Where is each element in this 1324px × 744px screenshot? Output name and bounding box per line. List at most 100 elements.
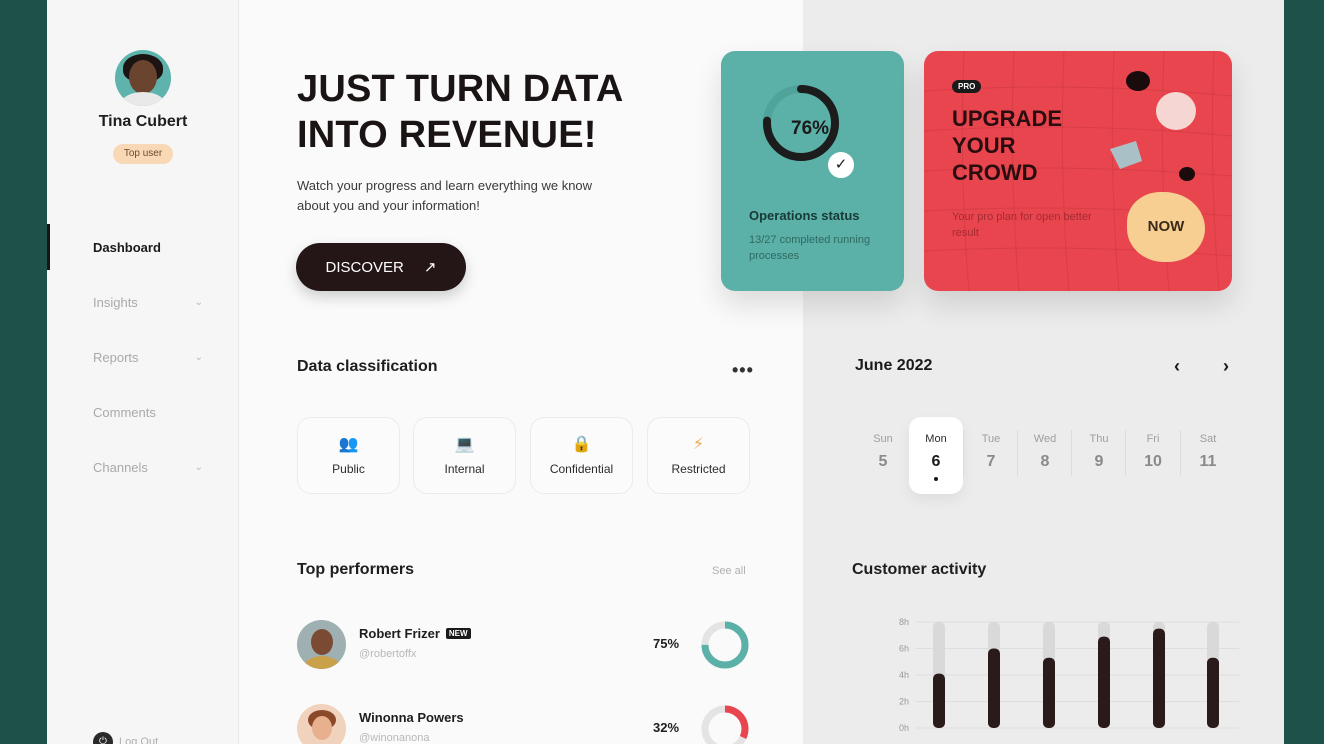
operations-percent: 76% <box>791 118 830 139</box>
selected-day-dot <box>934 477 938 481</box>
logout-button[interactable]: ⏻ Log Out <box>93 732 158 744</box>
check-icon: ✓ <box>825 149 857 181</box>
activity-title: Customer activity <box>852 561 987 578</box>
calendar-day-sat[interactable]: Sat 11 <box>1181 417 1235 494</box>
hero-title: JUST TURN DATA INTO REVENUE! <box>297 68 623 156</box>
performer-name: Robert Frizer NEW <box>359 626 471 641</box>
avatar <box>297 620 346 669</box>
blob-shape <box>1156 92 1196 130</box>
more-options-icon[interactable]: ••• <box>732 360 754 381</box>
calendar-day-name: Tue <box>981 433 1001 445</box>
blob-shape <box>1110 141 1142 169</box>
calendar-day-name: Wed <box>1033 433 1057 445</box>
calendar-divider <box>1071 430 1072 476</box>
class-label: Public <box>332 462 365 476</box>
active-nav-indicator <box>47 224 50 270</box>
calendar-prev-button[interactable]: ‹ <box>1174 356 1180 377</box>
performer-progress-ring <box>701 621 749 669</box>
operations-desc: 13/27 completed running processes <box>749 234 871 262</box>
calendar-day-wed[interactable]: Wed 8 <box>1018 417 1072 494</box>
chevron-down-icon: ⌄ <box>194 297 203 308</box>
performer-percent: 75% <box>653 636 680 651</box>
lock-icon: 🔒 <box>571 436 592 453</box>
performer-progress-ring <box>701 705 749 744</box>
nav-item-label: Channels <box>93 460 148 475</box>
customer-activity-chart: 0h 2h 4h 6h 8h <box>899 617 1239 733</box>
operations-title: Operations status <box>749 208 860 223</box>
calendar-day-mon[interactable]: Mon 6 <box>909 417 963 494</box>
calendar-day-sun[interactable]: Sun 5 <box>856 417 910 494</box>
user-badge: Top user <box>113 144 173 164</box>
discover-button[interactable]: DISCOVER ↗ <box>296 243 466 291</box>
y-tick-label: 2h <box>899 697 909 707</box>
bolt-icon: ⚡ <box>692 436 705 453</box>
nav-item-label: Reports <box>93 350 139 365</box>
class-label: Internal <box>444 462 485 476</box>
calendar-month: June 2022 <box>855 357 933 374</box>
y-tick-label: 4h <box>899 670 909 680</box>
calendar-divider <box>1125 430 1126 476</box>
performer-handle: @winonanona <box>359 732 430 744</box>
calendar-day-date: 10 <box>1144 453 1162 470</box>
performer-row[interactable]: Robert Frizer NEW @robertoffx 75% <box>297 620 757 674</box>
activity-bar[interactable] <box>1207 657 1219 728</box>
y-tick-label: 8h <box>899 617 909 627</box>
performers-title: Top performers <box>297 561 415 578</box>
nav-item-label: Dashboard <box>93 240 161 255</box>
chevron-down-icon: ⌄ <box>194 462 203 473</box>
chevron-down-icon: ⌄ <box>194 352 203 363</box>
class-label: Confidential <box>549 462 614 476</box>
calendar-next-button[interactable]: › <box>1223 356 1229 377</box>
dashboard-frame: Tina Cubert Top user Dashboard Insights … <box>47 0 1284 744</box>
class-card-restricted[interactable]: ⚡ Restricted <box>647 417 750 494</box>
logout-label: Log Out <box>119 736 159 744</box>
performer-row[interactable]: Winonna Powers @winonanona 32% <box>297 704 757 744</box>
calendar-divider <box>963 430 964 476</box>
logout-icon: ⏻ <box>93 732 113 744</box>
calendar-day-thu[interactable]: Thu 9 <box>1072 417 1126 494</box>
activity-bar[interactable] <box>988 648 1000 729</box>
new-badge: NEW <box>445 628 471 639</box>
calendar-day-fri[interactable]: Fri 10 <box>1126 417 1180 494</box>
upgrade-card[interactable]: PRO UPGRADE YOUR CROWD Your pro plan for… <box>924 51 1232 291</box>
calendar-divider <box>1017 430 1018 476</box>
calendar-day-name: Mon <box>925 433 947 445</box>
nav-item-reports[interactable]: Reports ⌄ <box>93 350 203 365</box>
calendar-day-date: 5 <box>878 453 888 470</box>
operations-status-card[interactable]: 76% ✓ Operations status 13/27 completed … <box>721 51 904 291</box>
performer-name-text: Winonna Powers <box>359 710 464 725</box>
nav-item-channels[interactable]: Channels ⌄ <box>93 460 203 475</box>
activity-bar[interactable] <box>1098 636 1110 728</box>
class-card-internal[interactable]: 💻 Internal <box>413 417 516 494</box>
calendar-day-tue[interactable]: Tue 7 <box>964 417 1018 494</box>
activity-bar[interactable] <box>1153 628 1165 728</box>
nav-item-comments[interactable]: Comments <box>93 405 203 420</box>
calendar-day-name: Sun <box>873 433 893 445</box>
performer-name-text: Robert Frizer <box>359 626 440 641</box>
arrow-up-right-icon: ↗ <box>423 259 437 276</box>
calendar-day-date: 9 <box>1094 453 1104 470</box>
performer-handle: @robertoffx <box>359 648 417 660</box>
laptop-icon: 💻 <box>454 436 475 453</box>
activity-bar[interactable] <box>1043 657 1055 728</box>
classification-title: Data classification <box>297 358 438 375</box>
hero-subtitle: Watch your progress and learn everything… <box>297 178 593 213</box>
class-card-public[interactable]: 👥 Public <box>297 417 400 494</box>
people-icon: 👥 <box>338 436 359 453</box>
nav-item-label: Insights <box>93 295 138 310</box>
blob-shape <box>1179 167 1195 181</box>
avatar <box>297 704 346 744</box>
performer-name: Winonna Powers <box>359 710 464 725</box>
calendar-day-date: 7 <box>986 453 996 470</box>
now-button[interactable]: NOW <box>1127 192 1205 262</box>
calendar-day-name: Fri <box>1146 433 1160 445</box>
class-card-confidential[interactable]: 🔒 Confidential <box>530 417 633 494</box>
class-label: Restricted <box>671 462 726 476</box>
see-all-link[interactable]: See all <box>712 565 746 577</box>
pro-desc: Your pro plan for open better result <box>952 211 1092 239</box>
user-avatar[interactable] <box>115 50 171 106</box>
sidebar: Tina Cubert Top user Dashboard Insights … <box>47 0 239 744</box>
nav-item-dashboard[interactable]: Dashboard <box>93 240 203 255</box>
nav-item-insights[interactable]: Insights ⌄ <box>93 295 203 310</box>
activity-bar[interactable] <box>933 673 945 728</box>
